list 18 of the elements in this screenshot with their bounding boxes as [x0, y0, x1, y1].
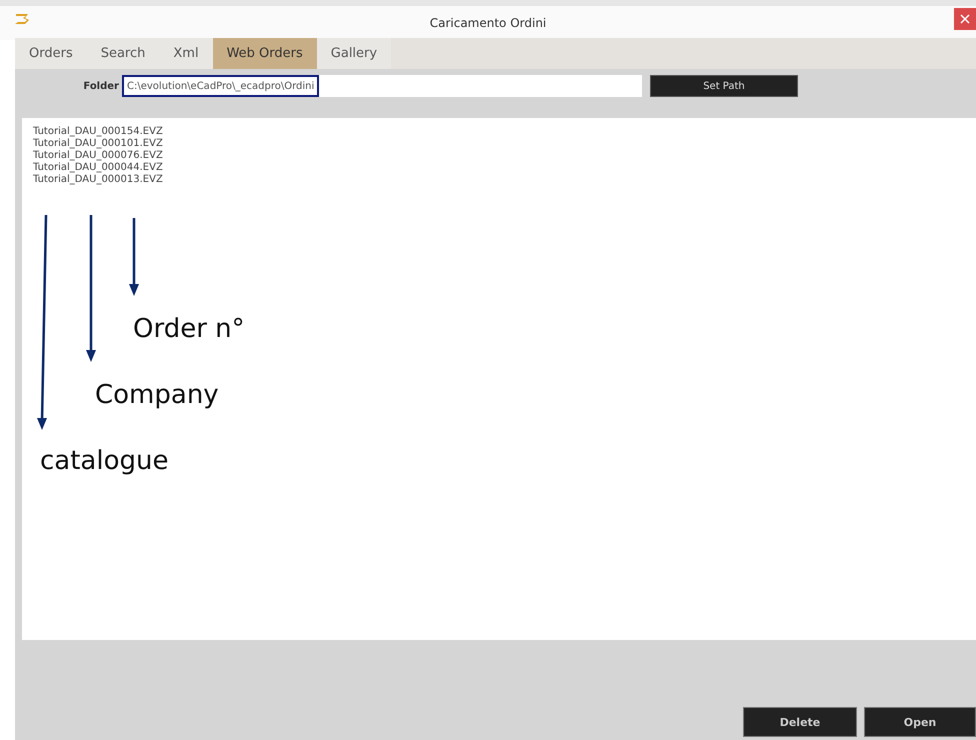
action-button[interactable]: Open	[864, 707, 976, 737]
tab[interactable]: Orders	[15, 38, 87, 69]
set-path-button[interactable]: Set Path	[650, 75, 798, 97]
folder-field[interactable]: C:\evolution\eCadPro\_ecadpro\Ordini	[122, 75, 642, 97]
file-item[interactable]: Tutorial_DAU_000154.EVZ	[33, 126, 965, 138]
folder-label: Folder	[82, 80, 120, 92]
action-button[interactable]: Delete	[743, 707, 857, 737]
tab[interactable]: Xml	[159, 38, 213, 69]
file-item[interactable]: Tutorial_DAU_000076.EVZ	[33, 150, 965, 162]
file-item[interactable]: Tutorial_DAU_000013.EVZ	[33, 174, 965, 186]
folder-path: C:\evolution\eCadPro\_ecadpro\Ordini	[122, 75, 320, 97]
tab[interactable]: Gallery	[316, 38, 392, 69]
tab[interactable]: Search	[86, 38, 160, 69]
file-item[interactable]: Tutorial_DAU_000101.EVZ	[33, 138, 965, 150]
tab[interactable]: Web Orders	[212, 38, 317, 69]
app-logo-icon	[14, 12, 32, 24]
file-item[interactable]: Tutorial_DAU_000044.EVZ	[33, 162, 965, 174]
window-title: Caricamento Ordini	[430, 16, 546, 30]
